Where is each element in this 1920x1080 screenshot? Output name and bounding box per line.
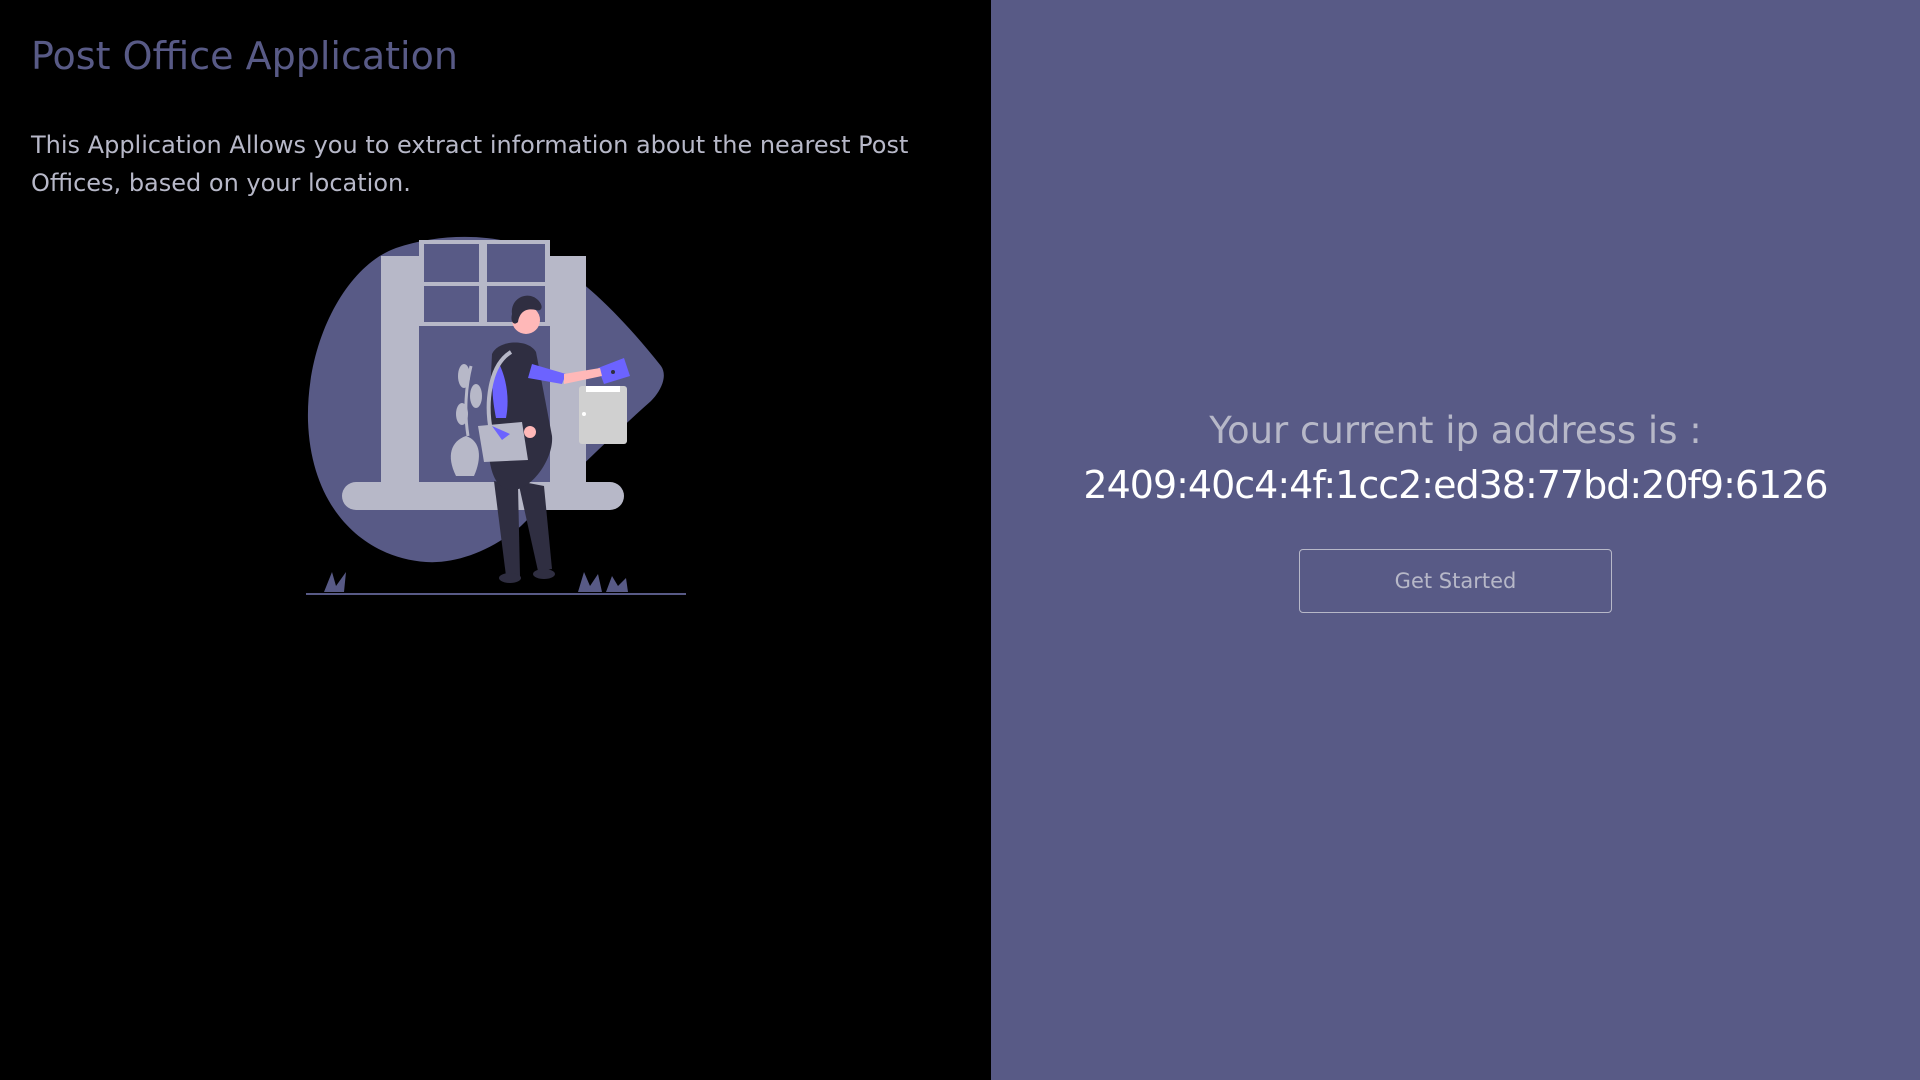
intro-panel: Post Office Application This Application…: [0, 0, 991, 1080]
ip-address: 2409:40c4:4f:1cc2:ed38:77bd:20f9:6126: [1083, 463, 1828, 507]
page-title: Post Office Application: [31, 34, 458, 78]
ip-info: Your current ip address is : 2409:40c4:4…: [1083, 405, 1829, 613]
ip-label: Your current ip address is :: [1209, 409, 1702, 452]
mail-delivery-illustration: [306, 236, 686, 595]
ip-panel: Your current ip address is : 2409:40c4:4…: [991, 0, 1920, 1080]
app-description: This Application Allows you to extract i…: [31, 131, 909, 197]
page: Post Office Application This Application…: [0, 0, 1920, 1080]
get-started-button[interactable]: Get Started: [1299, 549, 1612, 613]
